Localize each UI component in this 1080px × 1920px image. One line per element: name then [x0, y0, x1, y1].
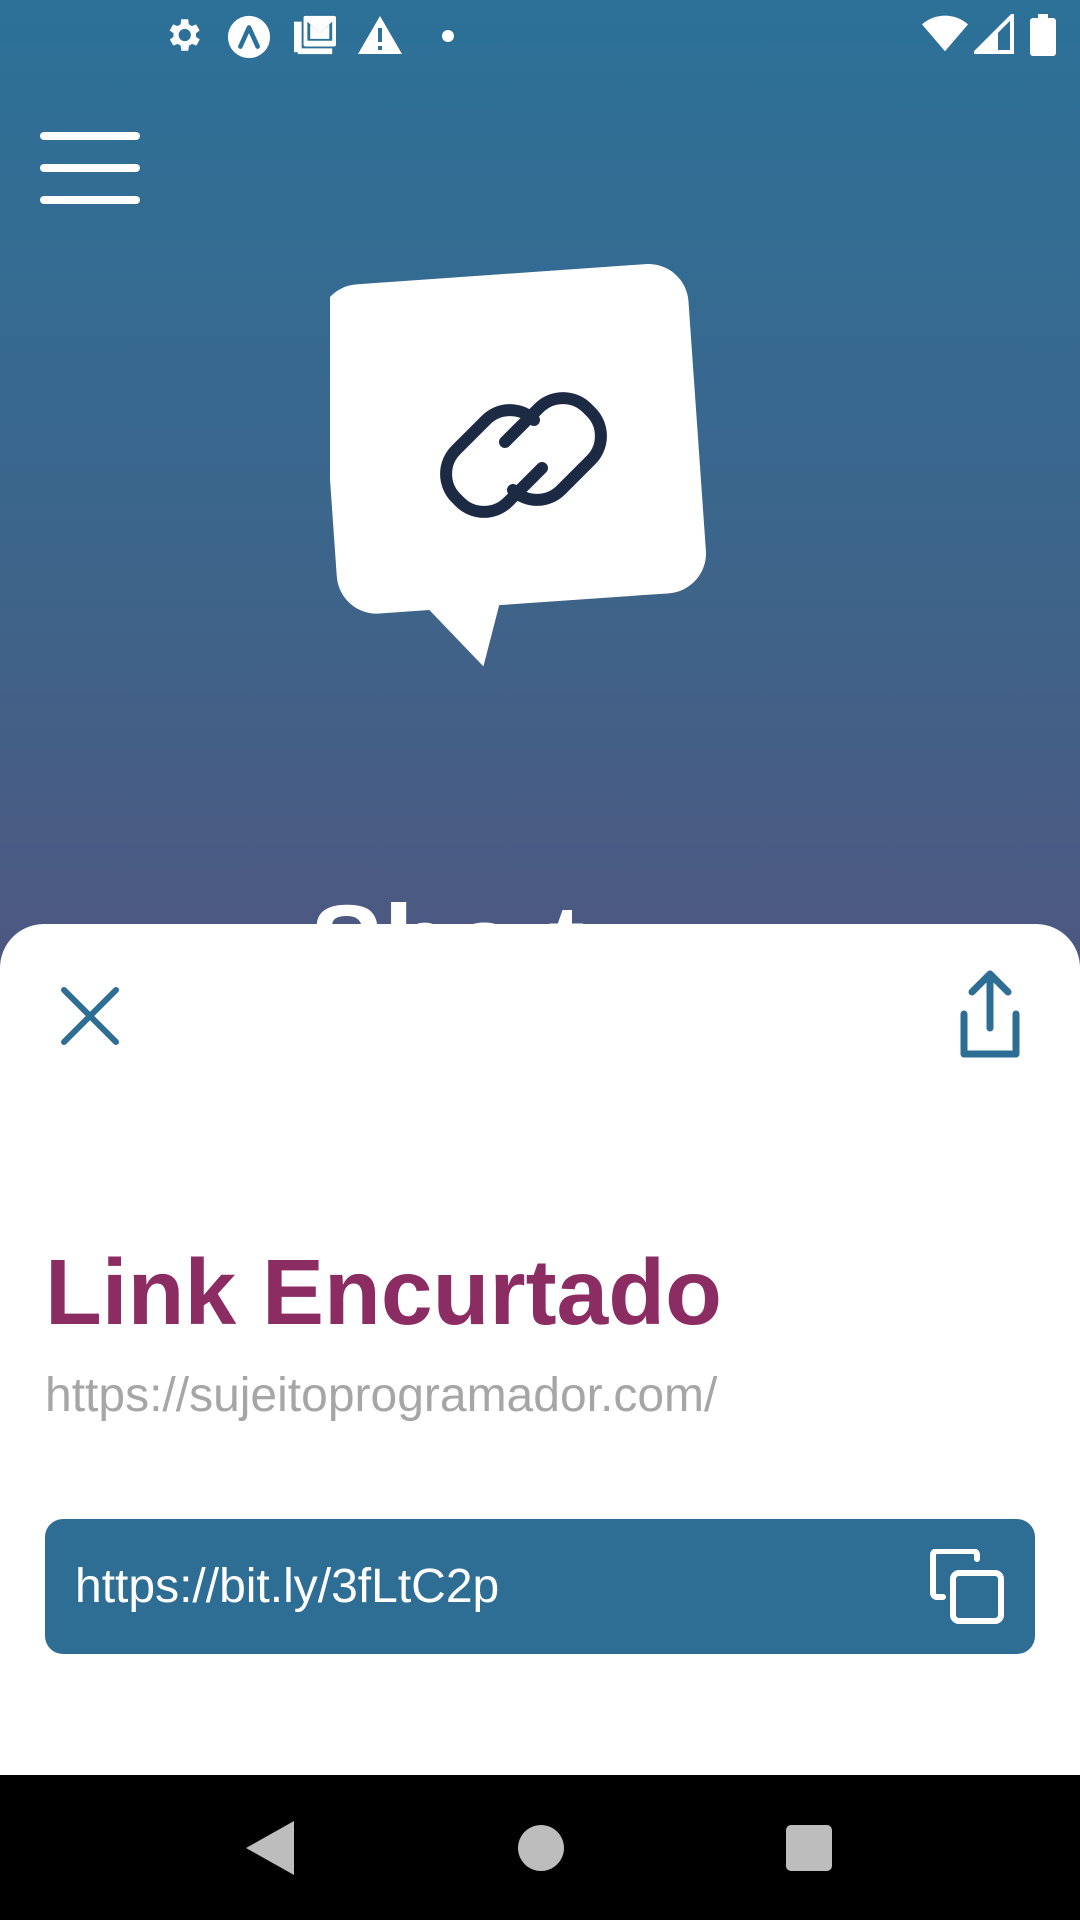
home-circle-icon[interactable]: [518, 1825, 564, 1871]
short-link-box[interactable]: https://bit.ly/3fLtC2p: [45, 1519, 1035, 1654]
gallery-mail-icon: [294, 15, 336, 55]
chain-link-speech-bubble-icon: [330, 264, 706, 667]
recents-square-icon[interactable]: [786, 1825, 832, 1871]
share-icon[interactable]: [950, 970, 1030, 1060]
menu-line: [40, 196, 140, 204]
signal-icon: [974, 14, 1014, 54]
back-triangle-icon[interactable]: [244, 1819, 296, 1877]
copy-icon[interactable]: [929, 1549, 1005, 1625]
status-bar: [0, 0, 1080, 72]
result-bottom-sheet: Link Encurtado https://sujeitoprogramado…: [0, 924, 1080, 1775]
navigation-bar: [0, 1775, 1080, 1920]
warning-icon: [358, 16, 402, 54]
wifi-icon: [922, 15, 968, 52]
battery-icon: [1030, 14, 1056, 56]
sheet-title: Link Encurtado: [45, 1240, 722, 1344]
close-icon[interactable]: [56, 982, 124, 1050]
original-url: https://sujeitoprogramador.com/: [45, 1369, 718, 1422]
menu-line: [40, 132, 140, 140]
gear-icon: [169, 19, 200, 51]
dot-icon: [442, 30, 454, 42]
hamburger-menu-icon[interactable]: [40, 132, 140, 206]
short-url: https://bit.ly/3fLtC2p: [75, 1560, 500, 1613]
menu-line: [40, 164, 140, 172]
a-circle-icon: [227, 15, 271, 59]
